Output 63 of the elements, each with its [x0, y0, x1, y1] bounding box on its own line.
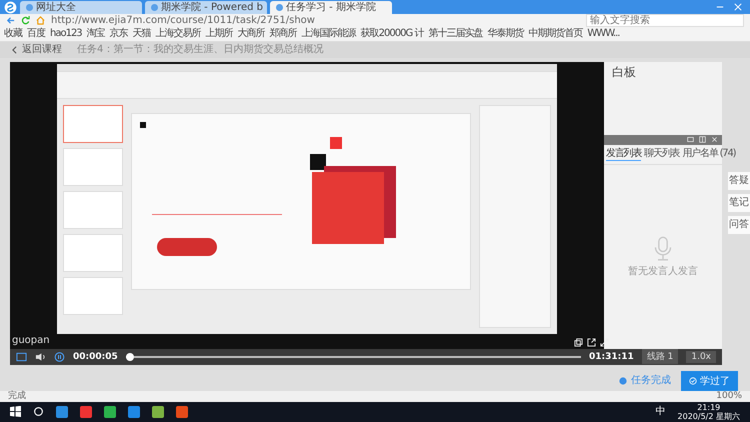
bookmark-link[interactable]: 华泰期货 [487, 28, 524, 40]
app-icon[interactable] [152, 406, 164, 418]
presenter-name: guopan [12, 334, 50, 347]
app-icon[interactable] [104, 406, 116, 418]
input-method-indicator[interactable]: 中 [656, 406, 666, 418]
check-icon [689, 376, 697, 385]
bookmark-link[interactable]: 第十三届实盘 [428, 28, 482, 40]
url-field[interactable]: http://www.ejia7m.com/course/1011/task/2751/show [51, 14, 580, 27]
whiteboard-title: 白板 [611, 64, 637, 81]
bookmark-link[interactable]: 大商所 [238, 28, 265, 40]
current-time: 00:00:05 [73, 350, 118, 363]
bookmark-link[interactable]: 收藏 [4, 28, 22, 40]
app-icon[interactable] [80, 406, 92, 418]
bookmark-link[interactable]: 天猫 [132, 28, 151, 40]
speed-button[interactable]: 1.0x [686, 350, 716, 363]
app-icon[interactable] [176, 406, 188, 418]
browser-app-icon[interactable] [56, 406, 68, 418]
browser-tab[interactable]: 任务学习 - 期米学院 [270, 1, 392, 14]
minimize-icon[interactable] [687, 136, 694, 144]
back-icon[interactable] [6, 16, 15, 26]
volume-icon[interactable] [35, 352, 46, 362]
windows-start-icon[interactable] [10, 406, 21, 418]
bookmark-link[interactable]: 上海国际能源 [302, 28, 356, 40]
status-text: 完成 [8, 390, 26, 402]
bookmark-link[interactable]: hao123 [50, 28, 82, 40]
side-tool-button[interactable]: 笔记 [728, 194, 750, 212]
task-title: 任务4：第一节：我的交易生涯、日内期货交易总结概况 [77, 44, 324, 56]
panel-tab[interactable]: 聊天列表 [644, 148, 680, 161]
search-icon[interactable] [33, 406, 44, 418]
side-tool-button[interactable]: 问答 [728, 216, 750, 234]
microphone-icon [653, 236, 673, 262]
line-button[interactable]: 线路 1 [642, 349, 678, 364]
progress-track[interactable] [134, 356, 581, 358]
bookmark-link[interactable]: 郑商所 [270, 28, 297, 40]
app-icon[interactable] [128, 406, 140, 418]
mini-window-icon[interactable] [16, 352, 27, 362]
restore-icon[interactable] [699, 136, 706, 144]
side-tool-button[interactable]: 答疑 [728, 172, 750, 190]
empty-message: 暂无发言人发言 [628, 266, 698, 278]
bookmark-link[interactable]: 中期期货首页 [528, 28, 582, 40]
clock-time: 21:19 [697, 402, 720, 412]
close-icon[interactable] [711, 136, 718, 144]
browser-tab[interactable]: 期米学院 - Powered b [145, 1, 267, 14]
learned-button[interactable]: 学过了 [681, 370, 738, 391]
layers-icon[interactable] [574, 338, 583, 347]
bookmark-link[interactable]: 京东 [110, 28, 128, 40]
progress-handle[interactable] [126, 352, 134, 361]
pause-icon[interactable] [54, 352, 65, 362]
panel-tab[interactable]: 发言列表 [606, 148, 642, 161]
bookmark-link[interactable]: 百度 [27, 28, 45, 40]
bookmark-link[interactable]: 获取20000G 计 [360, 28, 424, 40]
chevron-left-icon[interactable] [12, 46, 17, 54]
bookmark-link[interactable]: WWW... [587, 28, 620, 40]
popout-icon[interactable] [587, 338, 596, 347]
bookmark-link[interactable]: 上海交易所 [156, 28, 201, 40]
clock-date: 2020/5/2 星期六 [678, 412, 740, 421]
bookmark-link[interactable]: 上期所 [206, 28, 233, 40]
back-link[interactable]: 返回课程 [22, 44, 62, 56]
bookmark-link[interactable]: 淘宝 [86, 28, 105, 40]
panel-tab[interactable]: 用户名单 (74) [682, 148, 736, 161]
browser-tab[interactable]: 网址大全 [20, 1, 142, 14]
zoom-level[interactable]: 100% [716, 390, 742, 402]
duration-time: 01:31:11 [588, 350, 634, 363]
